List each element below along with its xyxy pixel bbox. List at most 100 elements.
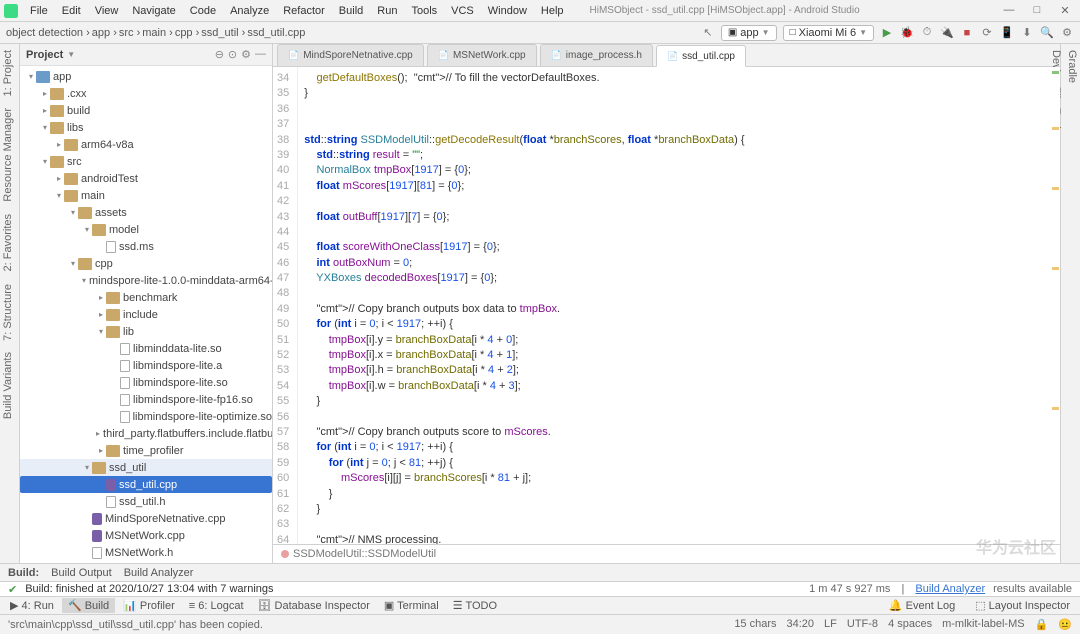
collapse-icon[interactable]: ⊖ bbox=[215, 48, 224, 61]
status-face-icon[interactable]: 😐 bbox=[1058, 618, 1072, 631]
tree-item[interactable]: ▾main bbox=[20, 187, 272, 204]
status-item[interactable]: m-mlkit-label-MS bbox=[942, 618, 1025, 631]
bottom-tool[interactable]: 🔨 Build bbox=[62, 598, 115, 613]
left-strip-tab[interactable]: 1: Project bbox=[0, 44, 19, 102]
menu-view[interactable]: View bbox=[89, 3, 125, 19]
tree-item[interactable]: ssd_util.h bbox=[20, 493, 272, 510]
run-config-dropdown[interactable]: ▣ app ▼ bbox=[721, 25, 777, 41]
editor-tab[interactable]: 📄ssd_util.cpp bbox=[656, 45, 746, 67]
locate-icon[interactable]: ⊙ bbox=[228, 48, 237, 61]
tree-item[interactable]: libmindspore-lite.a bbox=[20, 357, 272, 374]
menu-help[interactable]: Help bbox=[535, 3, 570, 19]
breadcrumb-item[interactable]: cpp › bbox=[175, 27, 199, 39]
sdk-icon[interactable]: ⬇ bbox=[1020, 26, 1034, 40]
status-item[interactable]: LF bbox=[824, 618, 837, 631]
bottom-tool[interactable]: 🗄 Database Inspector bbox=[252, 598, 376, 613]
menu-code[interactable]: Code bbox=[184, 3, 222, 19]
left-strip-tab[interactable]: 2: Favorites bbox=[0, 208, 19, 277]
menu-file[interactable]: File bbox=[24, 3, 54, 19]
tree-item[interactable]: ▾libs bbox=[20, 119, 272, 136]
bottom-tool[interactable]: ▶ 4: Run bbox=[4, 598, 60, 613]
debug-icon[interactable]: 🐞 bbox=[900, 26, 914, 40]
bottom-tool[interactable]: ☰ TODO bbox=[447, 598, 503, 613]
stop-icon[interactable]: ■ bbox=[960, 26, 974, 40]
build-tab[interactable]: Build Output bbox=[51, 567, 112, 579]
menu-run[interactable]: Run bbox=[371, 3, 403, 19]
sync-icon[interactable]: ⟳ bbox=[980, 26, 994, 40]
tree-item[interactable]: libminddata-lite.so bbox=[20, 340, 272, 357]
build-tab[interactable]: Build: bbox=[8, 567, 39, 579]
breadcrumb-item[interactable]: main › bbox=[142, 27, 173, 39]
tree-item[interactable]: ▸.cxx bbox=[20, 85, 272, 102]
tree-item[interactable]: libmindspore-lite-optimize.so bbox=[20, 408, 272, 425]
bottom-tool[interactable]: 📊 Profiler bbox=[117, 598, 181, 613]
editor-tab[interactable]: 📄MindSporeNetnative.cpp bbox=[277, 44, 424, 66]
status-item[interactable]: 34:20 bbox=[787, 618, 815, 631]
menu-build[interactable]: Build bbox=[333, 3, 369, 19]
avd-icon[interactable]: 📱 bbox=[1000, 26, 1014, 40]
tree-item[interactable]: ▾src bbox=[20, 153, 272, 170]
menu-refactor[interactable]: Refactor bbox=[277, 3, 331, 19]
breadcrumb-item[interactable]: object detection › bbox=[6, 27, 90, 39]
tree-item[interactable]: MSNetWork.h bbox=[20, 544, 272, 561]
tree-item[interactable]: libmindspore-lite.so bbox=[20, 374, 272, 391]
run-icon[interactable]: ▶ bbox=[880, 26, 894, 40]
tree-item[interactable]: ▾cpp bbox=[20, 255, 272, 272]
tree-item[interactable]: libmindspore-lite-fp16.so bbox=[20, 391, 272, 408]
tree-item[interactable]: ▸include bbox=[20, 306, 272, 323]
tree-item[interactable]: ▾app bbox=[20, 68, 272, 85]
search-icon[interactable]: 🔍 bbox=[1040, 26, 1054, 40]
tree-item[interactable]: ▸third_party.flatbuffers.include.flatbuf… bbox=[20, 425, 272, 442]
tree-item[interactable]: ▸androidTest bbox=[20, 170, 272, 187]
status-item[interactable]: 15 chars bbox=[734, 618, 776, 631]
bottom-tool-right[interactable]: ⬚ Layout Inspector bbox=[969, 598, 1076, 613]
bottom-tool[interactable]: ▣ Terminal bbox=[378, 598, 445, 613]
tree-item[interactable]: MSNetWork.cpp bbox=[20, 527, 272, 544]
breadcrumb-item[interactable]: app › bbox=[92, 27, 117, 39]
tree-item[interactable]: ▸benchmark bbox=[20, 289, 272, 306]
editor-tab[interactable]: 📄MSNetWork.cpp bbox=[427, 44, 537, 66]
tree-item[interactable]: ▾mindspore-lite-1.0.0-minddata-arm64-cpu bbox=[20, 272, 272, 289]
maximize-button[interactable]: □ bbox=[1026, 4, 1048, 17]
bottom-tool-right[interactable]: 🔔 Event Log bbox=[883, 598, 961, 613]
device-dropdown[interactable]: □ Xiaomi Mi 6 ▼ bbox=[783, 25, 874, 41]
left-strip-tab[interactable]: Build Variants bbox=[0, 346, 19, 425]
tree-item[interactable]: ▾model bbox=[20, 221, 272, 238]
build-tab[interactable]: Build Analyzer bbox=[124, 567, 194, 579]
lock-icon[interactable]: 🔒 bbox=[1035, 618, 1049, 631]
status-item[interactable]: 4 spaces bbox=[888, 618, 932, 631]
breadcrumb-item[interactable]: src › bbox=[119, 27, 140, 39]
menu-window[interactable]: Window bbox=[482, 3, 533, 19]
hide-icon[interactable]: — bbox=[255, 48, 266, 61]
close-button[interactable]: ✕ bbox=[1054, 4, 1076, 17]
bottom-tool[interactable]: ≡ 6: Logcat bbox=[183, 599, 250, 613]
editor-breadcrumb[interactable]: SSDModelUtil::SSDModelUtil bbox=[273, 544, 1060, 563]
settings-icon[interactable]: ⚙ bbox=[1060, 26, 1074, 40]
profile-icon[interactable]: ⏱ bbox=[920, 26, 934, 40]
tree-item[interactable]: ▸time_profiler bbox=[20, 442, 272, 459]
breadcrumb-item[interactable]: ssd_util › bbox=[201, 27, 245, 39]
tree-item[interactable]: ssd.ms bbox=[20, 238, 272, 255]
menu-edit[interactable]: Edit bbox=[56, 3, 87, 19]
menu-vcs[interactable]: VCS bbox=[445, 3, 480, 19]
tree-item[interactable]: ▾assets bbox=[20, 204, 272, 221]
tree-item[interactable]: ssd_util.cpp bbox=[20, 476, 272, 493]
menu-analyze[interactable]: Analyze bbox=[224, 3, 275, 19]
tree-item[interactable]: ▾lib bbox=[20, 323, 272, 340]
breadcrumb-item[interactable]: ssd_util.cpp bbox=[247, 27, 305, 39]
tree-item[interactable]: MindSporeNetnative.cpp bbox=[20, 510, 272, 527]
back-icon[interactable]: ↖ bbox=[701, 26, 715, 40]
menu-tools[interactable]: Tools bbox=[405, 3, 443, 19]
left-strip-tab[interactable]: Resource Manager bbox=[0, 102, 19, 208]
menu-navigate[interactable]: Navigate bbox=[126, 3, 181, 19]
tree-item[interactable]: ▸arm64-v8a bbox=[20, 136, 272, 153]
status-item[interactable]: UTF-8 bbox=[847, 618, 878, 631]
minimize-button[interactable]: — bbox=[998, 4, 1020, 17]
code-body[interactable]: getDefaultBoxes(); "cmt">// To fill the … bbox=[298, 67, 1060, 544]
left-strip-tab[interactable]: 7: Structure bbox=[0, 278, 19, 347]
right-strip-tab[interactable]: Gradle bbox=[1064, 44, 1080, 563]
tree-item[interactable]: ▸build bbox=[20, 102, 272, 119]
attach-icon[interactable]: 🔌 bbox=[940, 26, 954, 40]
gear-icon[interactable]: ⚙ bbox=[241, 48, 251, 61]
editor-tab[interactable]: 📄image_process.h bbox=[540, 44, 653, 66]
